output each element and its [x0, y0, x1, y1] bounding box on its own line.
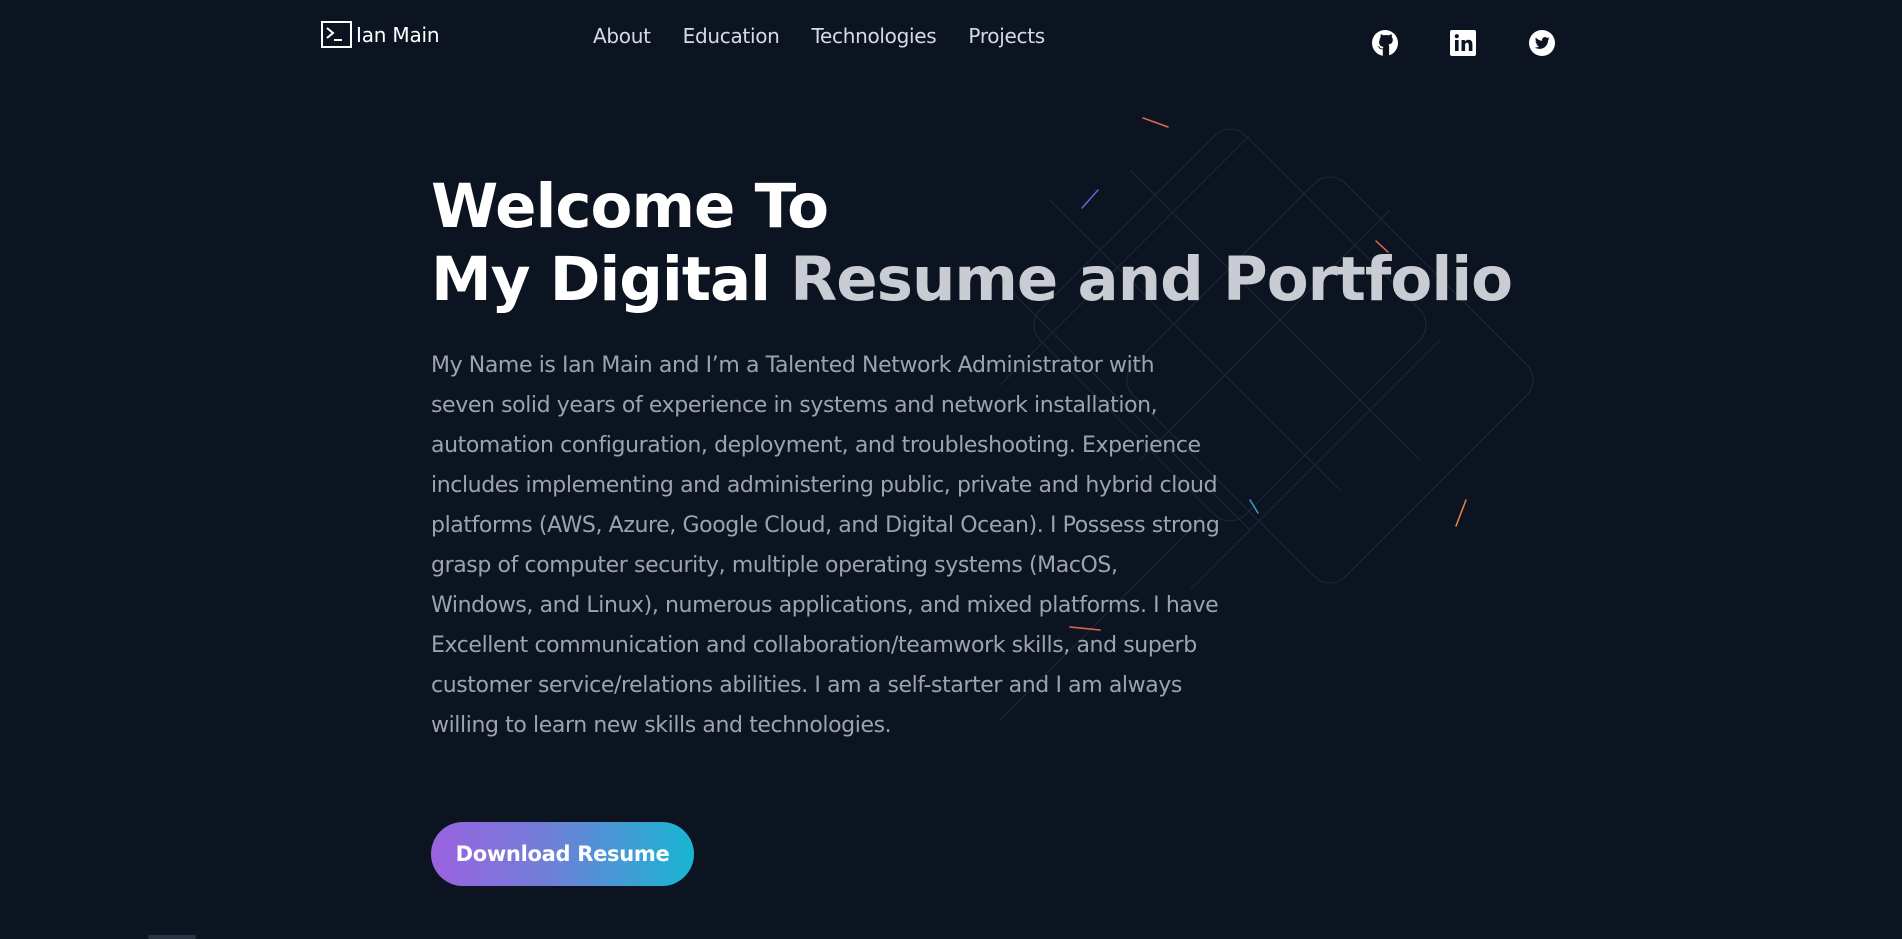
- hero-title-line-1: Welcome To: [431, 171, 829, 242]
- hero-title-line-2: My Digital Resume and Portfolio: [431, 243, 1531, 316]
- hero-section: Welcome To My Digital Resume and Portfol…: [431, 170, 1531, 746]
- brand-name: Ian Main: [356, 22, 440, 47]
- brand-link[interactable]: Ian Main: [321, 21, 440, 48]
- twitter-icon: [1529, 30, 1555, 56]
- hero-title-line-2-accent: Resume and Portfolio: [790, 244, 1513, 315]
- navbar: Ian Main About Education Technologies Pr…: [0, 0, 1902, 74]
- nav-link-technologies[interactable]: Technologies: [812, 24, 937, 48]
- hero-title: Welcome To My Digital Resume and Portfol…: [431, 170, 1531, 316]
- main-nav: About Education Technologies Projects: [593, 24, 1045, 48]
- nav-link-education[interactable]: Education: [683, 24, 780, 48]
- github-link[interactable]: [1371, 29, 1399, 57]
- twitter-link[interactable]: [1528, 29, 1556, 57]
- linkedin-icon: [1450, 30, 1476, 56]
- hero-title-line-2-lead: My Digital: [431, 244, 791, 315]
- page: Ian Main About Education Technologies Pr…: [0, 0, 1902, 939]
- nav-link-about[interactable]: About: [593, 24, 651, 48]
- linkedin-link[interactable]: [1449, 29, 1477, 57]
- hero-description: My Name is Ian Main and I’m a Talented N…: [431, 353, 1220, 738]
- terminal-icon: [321, 21, 352, 48]
- download-resume-button[interactable]: Download Resume: [431, 822, 694, 886]
- github-icon: [1372, 30, 1398, 57]
- scroll-indicator: [148, 935, 196, 939]
- nav-link-projects[interactable]: Projects: [968, 24, 1045, 48]
